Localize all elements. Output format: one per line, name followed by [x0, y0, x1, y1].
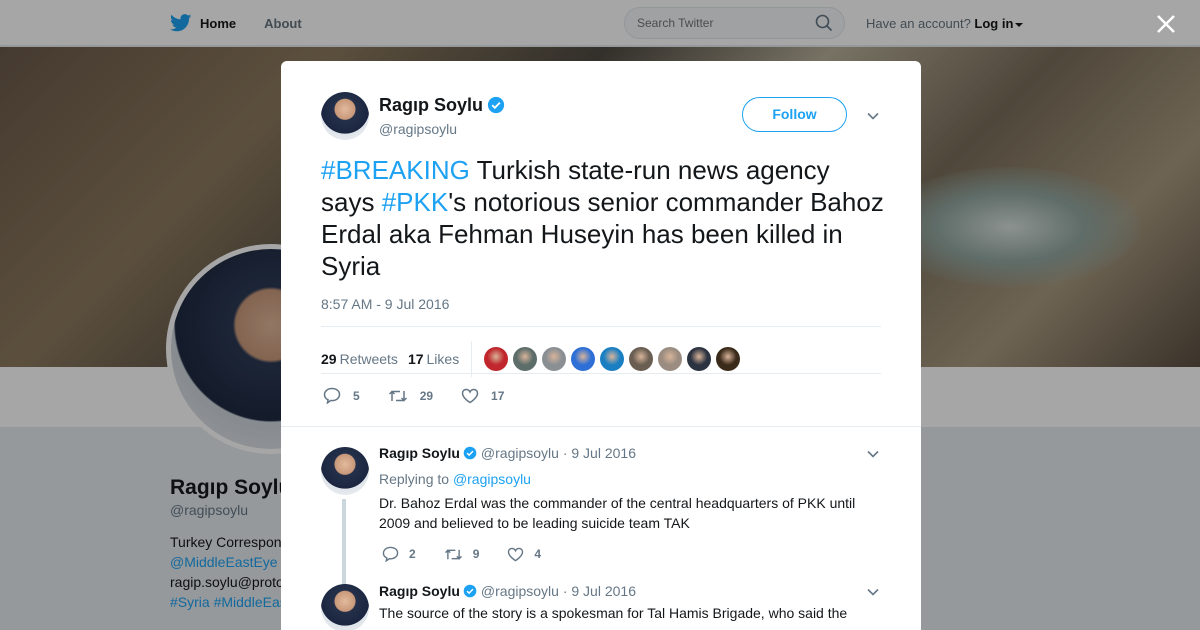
liker-avatars — [484, 347, 745, 371]
tweet-stats: 29 Retweets 17 Likes — [321, 341, 745, 377]
replying-handle[interactable]: @ragipsoylu — [453, 471, 531, 487]
liker-avatar[interactable] — [571, 347, 596, 371]
reply-header: Ragıp Soylu @ragipsoylu · 9 Jul 2016 — [379, 445, 636, 461]
liker-avatar[interactable] — [716, 347, 741, 371]
likes-count: 17 — [407, 351, 424, 367]
reply-button[interactable]: 2 — [382, 546, 416, 562]
divider — [321, 326, 881, 327]
reply-header: Ragıp Soylu @ragipsoylu · 9 Jul 2016 — [379, 583, 636, 599]
author-handle[interactable]: @ragipsoylu — [379, 121, 457, 137]
tweet-text: #BREAKING Turkish state-run news agency … — [321, 154, 886, 282]
retweet-icon — [444, 548, 462, 560]
liker-avatar[interactable] — [542, 347, 567, 371]
chevron-down-icon[interactable] — [867, 588, 879, 596]
reply-actions: 2 9 4 — [382, 546, 569, 562]
reply-button[interactable]: 5 — [323, 387, 360, 404]
reply-avatar[interactable] — [321, 584, 369, 630]
reply-avatar[interactable] — [321, 447, 369, 495]
liker-avatar[interactable] — [600, 347, 625, 371]
verified-badge-icon — [463, 584, 477, 598]
tweet-timestamp[interactable]: 8:57 AM - 9 Jul 2016 — [321, 296, 449, 312]
reply-author-handle[interactable]: @ragipsoylu — [481, 445, 559, 461]
liker-avatar[interactable] — [687, 347, 712, 371]
liker-avatar[interactable] — [658, 347, 683, 371]
liker-avatar[interactable] — [629, 347, 654, 371]
retweets-stat[interactable]: 29 Retweets — [321, 351, 398, 367]
chevron-down-icon[interactable] — [867, 450, 879, 458]
reply-author-name[interactable]: Ragıp Soylu — [379, 583, 460, 599]
replying-to: Replying to @ragipsoylu — [379, 471, 531, 487]
heart-icon — [461, 388, 479, 403]
tweet-modal: Ragıp Soylu @ragipsoylu Follow #BREAKING… — [281, 61, 921, 630]
like-button[interactable]: 17 — [461, 388, 504, 404]
verified-badge-icon — [463, 446, 477, 460]
retweet-button[interactable]: 9 — [444, 547, 480, 562]
reply-count: 2 — [409, 547, 416, 561]
tweet-actions: 5 29 17 — [323, 387, 532, 404]
reply-text: Dr. Bahoz Erdal was the commander of the… — [379, 495, 856, 531]
reply-count: 5 — [353, 388, 360, 403]
follow-button[interactable]: Follow — [742, 97, 847, 132]
like-button[interactable]: 4 — [507, 547, 541, 562]
reply-text: The source of the story is a spokesman f… — [379, 605, 848, 621]
replying-prefix: Replying to — [379, 471, 450, 487]
liker-avatar[interactable] — [513, 347, 538, 371]
retweets-count: 29 — [321, 351, 337, 367]
like-count: 4 — [534, 547, 542, 561]
reply-icon — [382, 546, 399, 562]
author-name[interactable]: Ragıp Soylu — [379, 95, 483, 115]
reply-author-handle[interactable]: @ragipsoylu — [481, 583, 559, 599]
reply-date[interactable]: · 9 Jul 2016 — [563, 445, 636, 461]
hashtag-pkk[interactable]: #PKK — [382, 187, 449, 217]
retweet-count: 9 — [472, 547, 480, 561]
divider — [281, 426, 921, 427]
author-name-row[interactable]: Ragıp Soylu — [379, 95, 505, 116]
heart-icon — [508, 547, 524, 561]
author-avatar[interactable] — [321, 92, 369, 140]
chevron-down-icon[interactable] — [867, 112, 879, 120]
reply-icon — [323, 387, 341, 404]
reply-author-name[interactable]: Ragıp Soylu — [379, 445, 460, 461]
liker-avatar[interactable] — [484, 347, 509, 371]
retweet-icon — [388, 389, 407, 402]
retweets-label: Retweets — [339, 351, 398, 367]
likes-stat[interactable]: 17 Likes — [408, 351, 459, 367]
like-count: 17 — [491, 388, 505, 403]
likes-label: Likes — [426, 351, 460, 367]
reply-date[interactable]: · 9 Jul 2016 — [563, 583, 636, 599]
divider — [321, 373, 881, 374]
hashtag-breaking[interactable]: #BREAKING — [321, 155, 470, 185]
verified-badge-icon — [487, 96, 505, 114]
divider — [471, 341, 473, 377]
retweet-count: 29 — [419, 388, 434, 403]
close-icon[interactable] — [1155, 13, 1177, 35]
retweet-button[interactable]: 29 — [388, 388, 433, 404]
